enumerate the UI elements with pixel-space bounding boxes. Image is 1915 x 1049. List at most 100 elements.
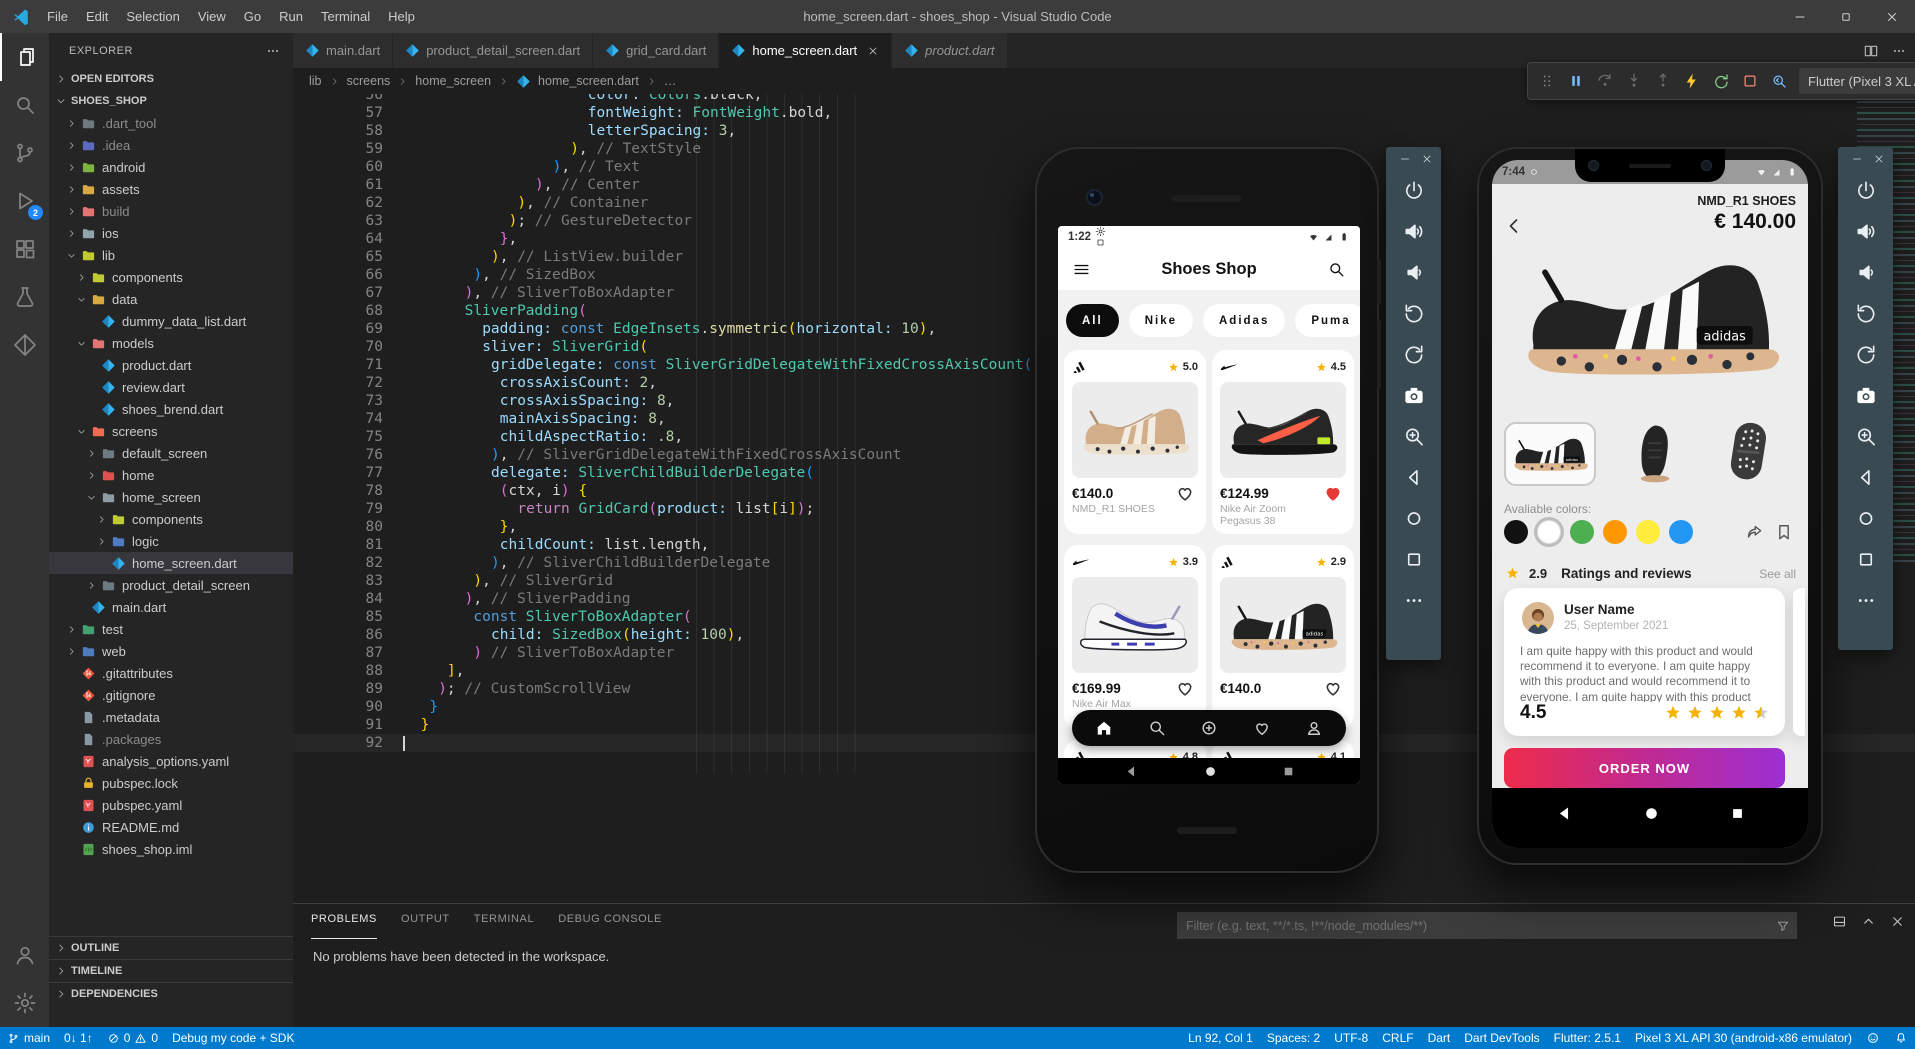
close-icon[interactable] bbox=[1873, 153, 1885, 165]
status-debug-my-code-sdk[interactable]: Debug my code + SDK bbox=[165, 1027, 301, 1049]
heart-outline-icon[interactable] bbox=[1174, 482, 1196, 504]
chip-adidas[interactable]: Adidas bbox=[1203, 304, 1286, 337]
close-icon[interactable] bbox=[1421, 153, 1433, 165]
emulator-volume-down-icon[interactable] bbox=[1854, 261, 1877, 284]
tree-item-review.dart[interactable]: review.dart bbox=[49, 376, 293, 398]
profile-icon[interactable] bbox=[1304, 718, 1324, 738]
menu-run[interactable]: Run bbox=[270, 9, 312, 24]
share-icon[interactable] bbox=[1744, 522, 1764, 542]
color-dot-5[interactable] bbox=[1669, 520, 1693, 544]
product-card[interactable]: 5.0 €140.0 NMD_R1 SHOES bbox=[1064, 350, 1206, 534]
emulator-home-icon[interactable] bbox=[1402, 507, 1425, 530]
tree-item-logic[interactable]: logic bbox=[49, 530, 293, 552]
section-dependencies[interactable]: DEPENDENCIES bbox=[49, 982, 293, 1005]
status-utf-8[interactable]: UTF-8 bbox=[1327, 1027, 1375, 1049]
section-timeline[interactable]: TIMELINE bbox=[49, 959, 293, 982]
emulator-home-icon[interactable] bbox=[1854, 507, 1877, 530]
back-chevron-icon[interactable] bbox=[1502, 214, 1526, 238]
breadcrumb-item[interactable]: home_screen bbox=[415, 74, 491, 88]
emulator-rotate-right-icon[interactable] bbox=[1402, 343, 1425, 366]
product-card[interactable]: 4.5 €124.99 Nike Air Zoom Pegasus 38 bbox=[1212, 350, 1354, 534]
stop-icon[interactable] bbox=[1741, 72, 1759, 90]
heart-outline-icon[interactable] bbox=[1322, 677, 1344, 699]
tree-item-README.md[interactable]: README.md bbox=[49, 816, 293, 838]
thumbnail-side-view[interactable]: adidas bbox=[1504, 422, 1596, 486]
menu-terminal[interactable]: Terminal bbox=[312, 9, 379, 24]
emulator-back-icon[interactable] bbox=[1402, 466, 1425, 489]
menu-file[interactable]: File bbox=[38, 9, 77, 24]
panel-layout-icon[interactable] bbox=[1832, 914, 1847, 929]
breadcrumb-item[interactable]: home_screen.dart bbox=[538, 74, 639, 88]
tree-item-default_screen[interactable]: default_screen bbox=[49, 442, 293, 464]
android-overview-icon[interactable] bbox=[1282, 765, 1295, 778]
tree-item-.gitignore[interactable]: .gitignore bbox=[49, 684, 293, 706]
android-home-icon[interactable] bbox=[1203, 764, 1218, 779]
panel-tab-output[interactable]: OUTPUT bbox=[401, 913, 450, 939]
tree-item-test[interactable]: test bbox=[49, 618, 293, 640]
emulator-zoom-in-icon[interactable] bbox=[1402, 425, 1425, 448]
emulator-volume-up-icon[interactable] bbox=[1402, 220, 1425, 243]
panel-tab-problems[interactable]: PROBLEMS bbox=[311, 913, 377, 939]
tree-item-build[interactable]: build bbox=[49, 200, 293, 222]
section-outline[interactable]: OUTLINE bbox=[49, 936, 293, 959]
tree-item-models[interactable]: models bbox=[49, 332, 293, 354]
android-back-icon[interactable] bbox=[1556, 805, 1573, 822]
emulator-overview-icon[interactable] bbox=[1854, 548, 1877, 571]
activity-source-control[interactable] bbox=[0, 129, 49, 177]
color-dot-4[interactable] bbox=[1636, 520, 1660, 544]
search-icon[interactable] bbox=[1327, 260, 1346, 279]
tree-item-product.dart[interactable]: product.dart bbox=[49, 354, 293, 376]
tab-grid_card.dart[interactable]: grid_card.dart bbox=[593, 33, 720, 68]
activity-run-debug[interactable]: 2 bbox=[0, 177, 49, 225]
tree-item-ios[interactable]: ios bbox=[49, 222, 293, 244]
thumbnail-front-view[interactable] bbox=[1626, 422, 1684, 484]
thumbnail-sole-view[interactable] bbox=[1718, 420, 1778, 482]
close-button[interactable] bbox=[1869, 0, 1915, 33]
breadcrumb[interactable]: lib screens home_screen home_screen.dart… bbox=[293, 68, 676, 94]
menu-selection[interactable]: Selection bbox=[117, 9, 188, 24]
tree-item-lib[interactable]: lib bbox=[49, 244, 293, 266]
activity-explorer[interactable] bbox=[0, 33, 49, 81]
tree-item-.metadata[interactable]: .metadata bbox=[49, 706, 293, 728]
panel-tab-terminal[interactable]: TERMINAL bbox=[474, 913, 534, 939]
android-overview-icon[interactable] bbox=[1730, 806, 1745, 821]
tree-item-components[interactable]: components bbox=[49, 266, 293, 288]
emulator-rotate-left-icon[interactable] bbox=[1854, 302, 1877, 325]
color-dot-0[interactable] bbox=[1504, 520, 1528, 544]
tree-item-home[interactable]: home bbox=[49, 464, 293, 486]
gripper-icon[interactable] bbox=[1538, 72, 1556, 90]
tree-item-shoes_shop.iml[interactable]: shoes_shop.iml bbox=[49, 838, 293, 860]
chip-all[interactable]: All bbox=[1066, 304, 1119, 337]
tree-item-pubspec.lock[interactable]: pubspec.lock bbox=[49, 772, 293, 794]
hot-restart-icon[interactable] bbox=[1712, 72, 1730, 90]
tab-close-icon[interactable] bbox=[867, 45, 879, 57]
android-back-icon[interactable] bbox=[1124, 764, 1139, 779]
tree-item-screens[interactable]: screens bbox=[49, 420, 293, 442]
activity-dart[interactable] bbox=[0, 321, 49, 369]
emulator-more-icon[interactable] bbox=[1854, 589, 1877, 612]
activity-testing[interactable] bbox=[0, 273, 49, 321]
color-dot-2[interactable] bbox=[1570, 520, 1594, 544]
emulator-camera-icon[interactable] bbox=[1402, 384, 1425, 407]
home-icon[interactable] bbox=[1094, 718, 1114, 738]
emulator-camera-icon[interactable] bbox=[1854, 384, 1877, 407]
minimize-icon[interactable] bbox=[1399, 153, 1411, 165]
emulator-rotate-left-icon[interactable] bbox=[1402, 302, 1425, 325]
see-all-link[interactable]: See all bbox=[1759, 567, 1796, 581]
tree-item-main.dart[interactable]: main.dart bbox=[49, 596, 293, 618]
emulator-zoom-in-icon[interactable] bbox=[1854, 425, 1877, 448]
color-dot-3[interactable] bbox=[1603, 520, 1627, 544]
feedback-icon[interactable] bbox=[1859, 1027, 1887, 1049]
minimize-button[interactable] bbox=[1777, 0, 1823, 33]
bookmark-icon[interactable] bbox=[1774, 522, 1794, 542]
minimize-icon[interactable] bbox=[1851, 153, 1863, 165]
status-main[interactable]: main bbox=[0, 1027, 57, 1049]
status-ln-92-col-1[interactable]: Ln 92, Col 1 bbox=[1181, 1027, 1260, 1049]
activity-settings[interactable] bbox=[0, 979, 49, 1027]
android-home-icon[interactable] bbox=[1643, 805, 1660, 822]
inspector-icon[interactable] bbox=[1770, 72, 1788, 90]
open-editors-section[interactable]: OPEN EDITORS bbox=[49, 68, 293, 90]
step-into-icon[interactable] bbox=[1625, 72, 1643, 90]
menu-view[interactable]: View bbox=[189, 9, 235, 24]
project-section[interactable]: SHOES_SHOP bbox=[49, 90, 293, 112]
